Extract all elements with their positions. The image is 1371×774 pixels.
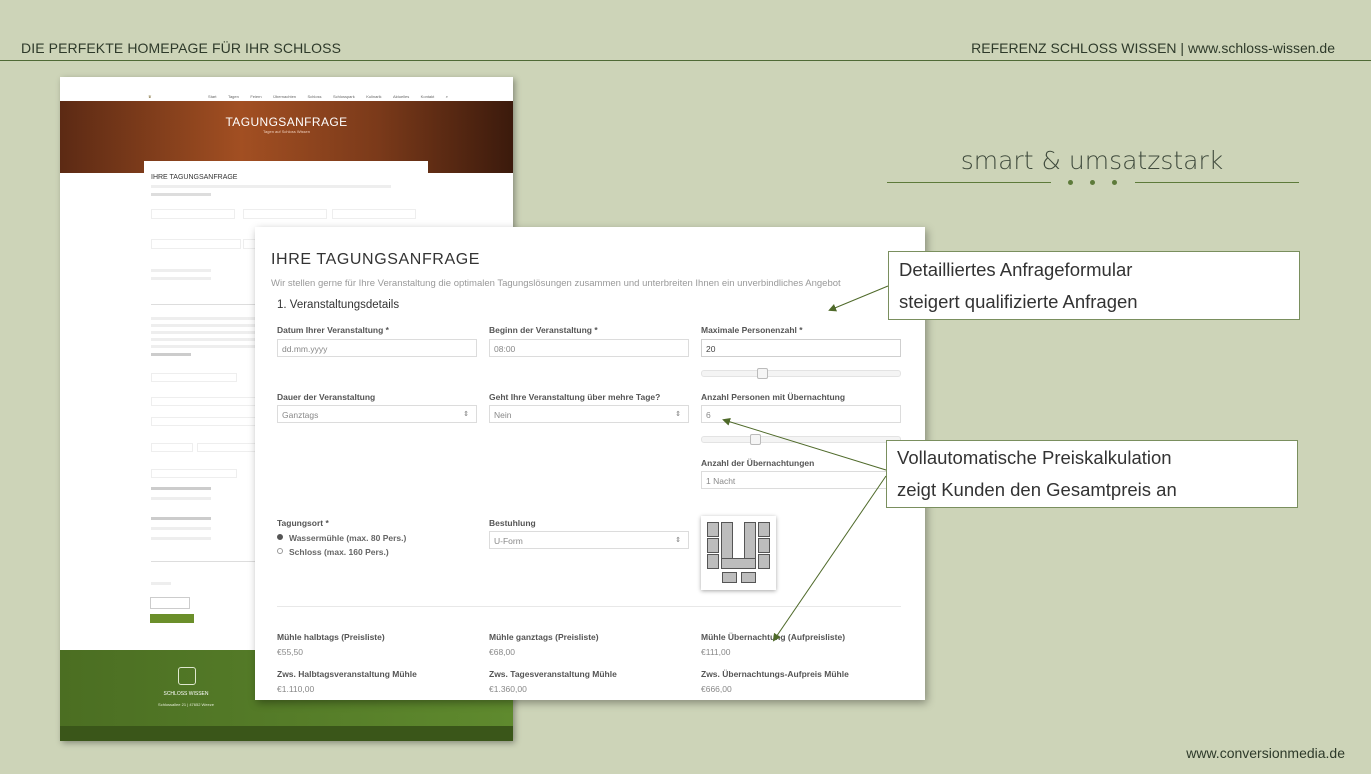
arrow-to-overnight bbox=[722, 417, 887, 471]
footer-url: www.conversionmedia.de bbox=[1186, 745, 1345, 761]
arrow-to-form bbox=[828, 285, 889, 312]
arrow-to-prices bbox=[772, 475, 887, 642]
callout-arrows bbox=[722, 285, 889, 642]
